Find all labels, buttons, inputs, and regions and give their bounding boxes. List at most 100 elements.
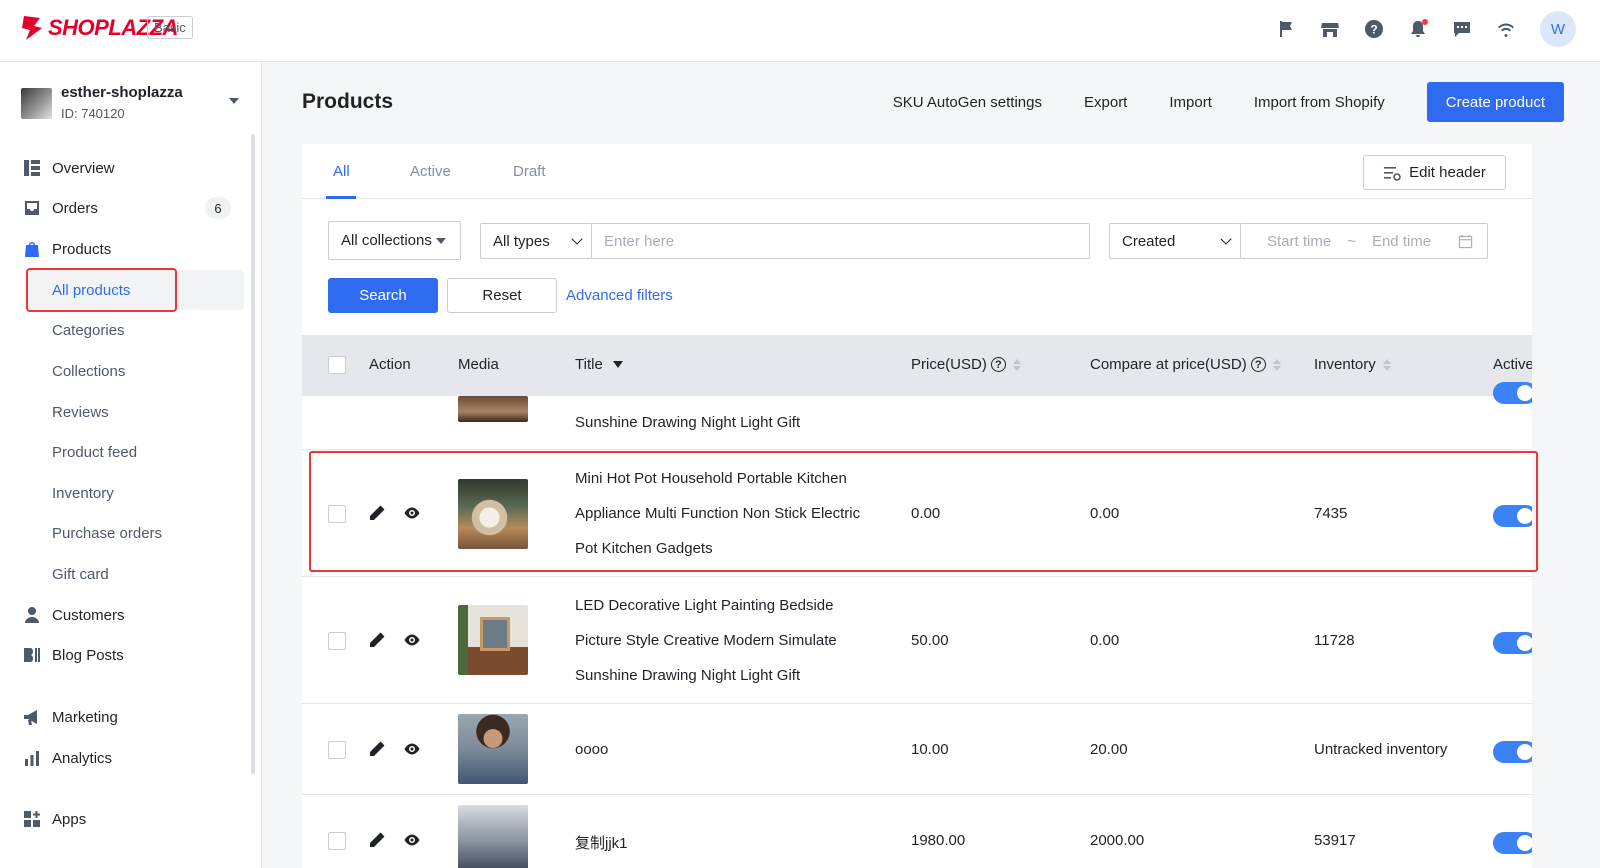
column-price[interactable]: Price(USD)? [911,356,1021,373]
row-checkbox[interactable] [328,832,346,850]
edit-pencil-icon[interactable] [368,631,386,649]
product-price: 1980.00 [911,832,966,849]
inbox-icon [23,199,41,217]
advanced-filters-link[interactable]: Advanced filters [566,287,673,304]
table-row: 复制jjk1 1980.00 2000.00 53917 [302,795,1532,868]
top-bar: SHOPLAZZA Basic ? W [0,0,1600,62]
active-toggle[interactable] [1493,741,1532,763]
help-icon[interactable]: ? [1364,19,1384,39]
flag-icon[interactable] [1276,19,1296,39]
question-icon: ? [1250,357,1266,372]
wifi-icon[interactable] [1496,19,1516,39]
sidebar-item-gift-card[interactable]: Gift card [0,554,262,594]
sidebar-item-purchase-orders[interactable]: Purchase orders [0,513,262,553]
column-action: Action [369,356,411,373]
sidebar-item-apps[interactable]: Apps [0,799,262,839]
create-product-button[interactable]: Create product [1426,82,1564,122]
caret-down-icon [436,238,446,244]
start-time-field[interactable]: Start time [1267,233,1331,250]
column-title[interactable]: Title [575,356,623,373]
blog-icon [23,646,41,664]
product-title-line[interactable]: Sunshine Drawing Night Light Gift [575,667,800,684]
column-compare-price[interactable]: Compare at price(USD)? [1090,356,1281,373]
tab-draft[interactable]: Draft [513,163,546,180]
edit-pencil-icon[interactable] [368,740,386,758]
tab-all[interactable]: All [333,163,350,180]
sidebar-item-products[interactable]: Products [0,229,262,269]
sidebar-item-collections[interactable]: Collections [0,351,262,391]
view-eye-icon[interactable] [403,740,421,758]
sidebar-item-customers[interactable]: Customers [0,595,262,635]
header-actions: SKU AutoGen settings Export Import Impor… [893,82,1564,122]
calendar-icon [1458,234,1473,249]
product-price: 10.00 [911,741,949,758]
product-thumbnail[interactable] [458,805,528,868]
product-title-line[interactable]: 复制jjk1 [575,832,628,853]
user-avatar[interactable]: W [1540,11,1576,47]
date-field-select[interactable]: Created [1109,223,1241,259]
sidebar-item-inventory[interactable]: Inventory [0,473,262,513]
sidebar-item-overview[interactable]: Overview [0,148,262,188]
collections-select[interactable]: All collections [328,221,461,260]
types-select[interactable]: All types [480,223,592,259]
product-title-line[interactable]: Picture Style Creative Modern Simulate [575,632,837,649]
table-header: Action Media Title Price(USD)? Compare a… [302,335,1532,396]
sort-icon [1012,358,1021,371]
search-button[interactable]: Search [328,278,438,313]
store-id: ID: 740120 [61,106,125,121]
end-time-field[interactable]: End time [1372,233,1431,250]
sku-autogen-settings-link[interactable]: SKU AutoGen settings [893,94,1042,111]
sidebar-item-blog-posts[interactable]: Blog Posts [0,635,262,675]
apps-icon [23,810,41,828]
search-input[interactable]: Enter here [591,223,1090,259]
active-toggle[interactable] [1493,632,1532,654]
tab-bar: All Active Draft Edit header [302,144,1532,199]
edit-header-button[interactable]: Edit header [1363,155,1506,190]
product-title-line[interactable]: oooo [575,741,608,758]
select-all-checkbox[interactable] [328,356,346,374]
product-inventory: 11728 [1314,632,1355,649]
tab-active[interactable]: Active [410,163,451,180]
active-toggle[interactable] [1493,832,1532,854]
sidebar-item-analytics[interactable]: Analytics [0,738,262,778]
sidebar-item-product-feed[interactable]: Product feed [0,432,262,472]
bar-chart-icon [23,749,41,767]
view-eye-icon[interactable] [403,831,421,849]
product-thumbnail[interactable] [458,605,528,675]
reset-button[interactable]: Reset [447,278,557,313]
svg-text:?: ? [1370,23,1377,37]
date-range-picker[interactable]: Start time ~ End time [1240,223,1488,259]
product-thumbnail[interactable] [458,714,528,784]
product-thumbnail[interactable] [458,396,528,422]
view-eye-icon[interactable] [403,631,421,649]
plan-badge: Basic [147,16,193,39]
question-icon: ? [990,357,1006,372]
product-inventory: Untracked inventory [1314,741,1448,758]
column-inventory[interactable]: Inventory [1314,356,1391,373]
edit-pencil-icon[interactable] [368,831,386,849]
logo-icon [22,16,42,40]
row-checkbox[interactable] [328,741,346,759]
export-link[interactable]: Export [1084,94,1127,111]
list-settings-icon [1384,166,1401,181]
sidebar-item-categories[interactable]: Categories [0,310,262,350]
message-icon[interactable] [1452,19,1472,39]
chevron-down-icon [229,98,239,104]
tab-indicator [326,196,356,199]
sidebar-item-reviews[interactable]: Reviews [0,392,262,432]
product-title-line[interactable]: LED Decorative Light Painting Bedside [575,597,834,614]
table-row: oooo 10.00 20.00 Untracked inventory [302,704,1532,795]
shopping-bag-icon [23,240,41,258]
sidebar-item-marketing[interactable]: Marketing [0,697,262,737]
import-link[interactable]: Import [1169,94,1212,111]
store-switcher[interactable]: esther-shoplazza ID: 740120 [21,82,241,126]
megaphone-icon [23,708,41,726]
sort-icon [1272,358,1281,371]
import-from-shopify-link[interactable]: Import from Shopify [1254,94,1385,111]
row-checkbox[interactable] [328,632,346,650]
store-icon[interactable] [1320,19,1340,39]
bell-icon[interactable] [1408,19,1428,39]
active-toggle[interactable] [1493,382,1532,404]
sidebar-item-orders[interactable]: Orders 6 [0,188,262,228]
product-title[interactable]: Sunshine Drawing Night Light Gift [575,414,800,431]
